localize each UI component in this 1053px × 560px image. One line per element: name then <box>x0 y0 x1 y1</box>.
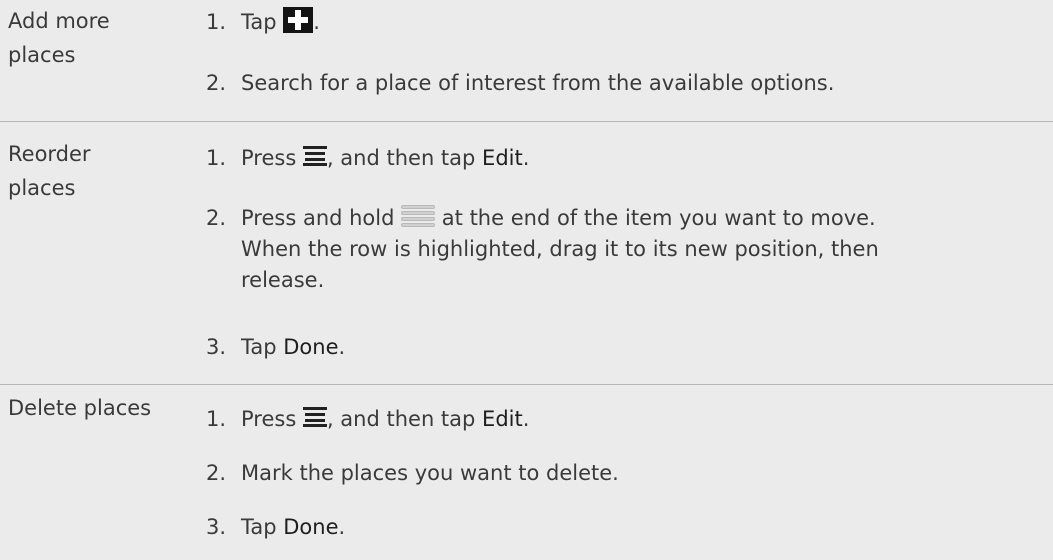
step-text-part: Tap <box>241 335 284 359</box>
label-line: Delete places <box>8 396 152 420</box>
step-text: Tap Done. <box>241 332 1046 363</box>
drag-handle-icon <box>401 204 436 228</box>
step-text-part: Press <box>241 146 303 170</box>
row-label: Delete places <box>8 391 158 425</box>
step-text-part: , and then tap <box>326 146 483 170</box>
step-text: Mark the places you want to delete. <box>241 461 619 485</box>
step-text-part: . <box>522 146 530 170</box>
table-row-add-places: Add more places 1. Tap . 2. Search for a… <box>0 0 1053 122</box>
step-text-part: . <box>338 335 346 359</box>
step-text-part: . <box>522 407 530 431</box>
step-text-part: . <box>313 10 320 34</box>
label-line: Add more <box>8 9 110 33</box>
step-text-part: release. <box>241 268 325 292</box>
step-text-part: When the row is highlighted, drag it to … <box>241 237 879 261</box>
table-row-reorder-places: Reorder places 1. Press , and then tap E… <box>0 122 1053 385</box>
menu-icon <box>302 146 327 166</box>
step-number: 1. <box>206 146 227 170</box>
step-number: 3. <box>206 515 227 539</box>
step-text: Press and hold at the end of the item yo… <box>241 203 1046 296</box>
step-text-part: Press <box>241 407 303 431</box>
step-text-part: . <box>338 515 346 539</box>
step-text: Tap . <box>241 7 1046 38</box>
step-number: 2. <box>206 461 227 485</box>
ui-term-edit: Edit <box>482 146 523 170</box>
step-number: 3. <box>206 335 227 359</box>
ui-term-done: Done <box>283 515 339 539</box>
label-line: places <box>8 176 76 200</box>
step-number: 1. <box>206 10 227 34</box>
step-number: 2. <box>206 71 227 95</box>
step-number: 2. <box>206 206 227 230</box>
row-label: Reorder places <box>8 137 158 205</box>
step-text-part: Tap <box>241 10 284 34</box>
menu-icon <box>302 407 327 427</box>
ui-term-edit: Edit <box>482 407 523 431</box>
step-text-part: , and then tap <box>326 407 483 431</box>
plus-icon <box>283 7 314 33</box>
step-text: Press , and then tap Edit. <box>241 404 1046 435</box>
ui-term-done: Done <box>283 335 339 359</box>
row-label: Add more places <box>8 4 158 72</box>
step-text-part: at the end of the item you want to move. <box>435 206 876 230</box>
step-number: 1. <box>206 407 227 431</box>
instructions-table: Add more places 1. Tap . 2. Search for a… <box>0 0 1053 560</box>
label-line: Reorder <box>8 142 91 166</box>
step-text: Search for a place of interest from the … <box>241 71 835 95</box>
step-text-part: Press and hold <box>241 206 402 230</box>
step-text: Tap Done. <box>241 512 1046 543</box>
step-text-part: Tap <box>241 515 284 539</box>
table-row-delete-places: Delete places 1. Press , and then tap Ed… <box>0 385 1053 560</box>
step-text: Press , and then tap Edit. <box>241 143 1046 174</box>
label-line: places <box>8 43 76 67</box>
